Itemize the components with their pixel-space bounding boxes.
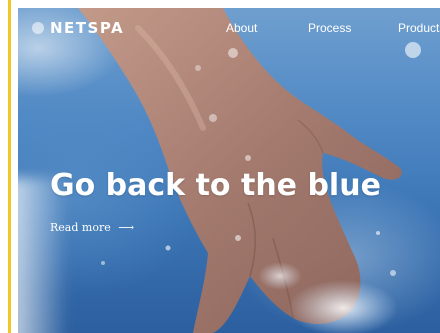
top-nav: NETSPA About Process Products (18, 8, 440, 48)
brand-logo[interactable]: NETSPA (50, 19, 124, 37)
hero-headline: Go back to the blue (50, 168, 381, 203)
nav-link-about[interactable]: About (226, 21, 257, 35)
read-more-label: Read more (50, 221, 111, 234)
read-more-link[interactable]: Read more ⟶ (50, 221, 134, 234)
nav-link-products[interactable]: Products (398, 21, 440, 35)
accent-bar (8, 0, 11, 333)
arrow-right-icon: ⟶ (118, 221, 134, 234)
nav-link-process[interactable]: Process (308, 21, 351, 35)
